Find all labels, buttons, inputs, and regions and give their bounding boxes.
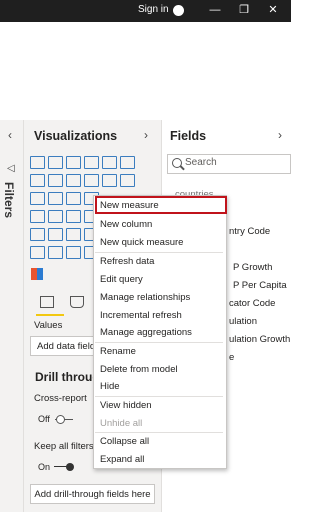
menu-item-hide[interactable]: Hide <box>100 381 120 392</box>
new-measure-highlight-box <box>95 196 227 214</box>
funnel-chart-icon[interactable] <box>30 192 45 205</box>
menu-item-refresh-data[interactable]: Refresh data <box>100 256 154 267</box>
fields-title: Fields <box>170 129 207 143</box>
field-item[interactable]: P Growth <box>233 262 272 273</box>
waterfall-chart-icon[interactable] <box>120 174 135 187</box>
add-drillthrough-fields-well[interactable]: Add drill-through fields here <box>30 484 155 504</box>
key-influencers-icon[interactable] <box>30 246 45 259</box>
field-item[interactable]: cator Code <box>229 298 275 309</box>
sign-in-link[interactable]: Sign in <box>138 4 169 15</box>
menu-item-view-hidden[interactable]: View hidden <box>100 400 152 411</box>
matrix-icon[interactable] <box>66 228 81 241</box>
menu-item-collapse-all[interactable]: Collapse all <box>100 436 149 447</box>
fields-tab-icon[interactable] <box>40 296 54 308</box>
table-icon[interactable] <box>48 228 63 241</box>
avatar-icon[interactable] <box>173 5 184 16</box>
menu-item-unhide-all: Unhide all <box>100 418 143 429</box>
field-item[interactable]: ntry Code <box>229 226 270 237</box>
close-icon[interactable]: ✕ <box>266 3 280 17</box>
menu-separator <box>95 342 223 343</box>
keep-all-filters-toggle-knob[interactable] <box>66 463 74 471</box>
format-tab-icon[interactable] <box>70 296 84 308</box>
line-column-chart-icon[interactable] <box>84 174 99 187</box>
filled-map-icon[interactable] <box>48 210 63 223</box>
restore-icon[interactable]: ❐ <box>237 3 251 17</box>
card-icon[interactable] <box>30 228 45 241</box>
menu-item-delete-from-model[interactable]: Delete from model <box>100 364 178 375</box>
collapse-left-icon[interactable]: ‹ <box>8 128 12 142</box>
pie-chart-icon[interactable] <box>66 192 81 205</box>
line-chart-icon[interactable] <box>30 174 45 187</box>
menu-item-new-column[interactable]: New column <box>100 219 152 230</box>
search-placeholder: Search <box>185 157 217 168</box>
stacked-bar-chart-icon[interactable] <box>30 156 45 169</box>
stacked-area-chart-icon[interactable] <box>66 174 81 187</box>
cross-report-state-label: Off <box>38 414 50 424</box>
menu-separator <box>95 252 223 253</box>
field-item[interactable]: P Per Capita <box>233 280 287 291</box>
drillthrough-title: Drill throug <box>35 370 100 384</box>
100-bar-chart-icon[interactable] <box>102 156 117 169</box>
visualizations-expand-icon[interactable]: › <box>144 128 148 142</box>
shape-map-icon[interactable] <box>66 210 81 223</box>
area-chart-icon[interactable] <box>48 174 63 187</box>
menu-item-manage-aggregations[interactable]: Manage aggregations <box>100 327 192 338</box>
smart-narrative-icon[interactable] <box>66 246 81 259</box>
keep-all-filters-state-label: On <box>38 462 51 472</box>
minimize-icon[interactable]: — <box>208 3 222 17</box>
filters-label[interactable]: Filters <box>2 182 16 218</box>
clustered-bar-chart-icon[interactable] <box>66 156 81 169</box>
filters-pane <box>0 120 24 512</box>
get-more-visuals-icon[interactable] <box>31 268 43 280</box>
ribbon-chart-icon[interactable] <box>102 174 117 187</box>
clustered-column-chart-icon[interactable] <box>84 156 99 169</box>
field-item[interactable]: ulation <box>229 316 257 327</box>
menu-separator <box>95 396 223 397</box>
menu-item-edit-query[interactable]: Edit query <box>100 274 143 285</box>
menu-item-expand-all[interactable]: Expand all <box>100 454 144 465</box>
menu-item-rename[interactable]: Rename <box>100 346 136 357</box>
keep-all-filters-label: Keep all filters <box>34 441 94 452</box>
fields-expand-icon[interactable]: › <box>278 128 282 142</box>
scatter-chart-icon[interactable] <box>48 192 63 205</box>
qa-icon[interactable] <box>48 246 63 259</box>
filters-expand-icon[interactable]: ◁ <box>7 163 15 174</box>
active-tab-indicator <box>36 314 64 316</box>
visualizations-title: Visualizations <box>34 129 118 143</box>
100-column-chart-icon[interactable] <box>120 156 135 169</box>
menu-item-manage-relationships[interactable]: Manage relationships <box>100 292 190 303</box>
stacked-column-chart-icon[interactable] <box>48 156 63 169</box>
menu-item-incremental-refresh[interactable]: Incremental refresh <box>100 310 182 321</box>
cross-report-toggle-knob[interactable] <box>56 415 65 424</box>
menu-separator <box>95 432 223 433</box>
map-icon[interactable] <box>30 210 45 223</box>
field-item[interactable]: e <box>229 352 234 363</box>
menu-item-new-quick-measure[interactable]: New quick measure <box>100 237 183 248</box>
cross-report-label: Cross-report <box>34 393 87 404</box>
values-label: Values <box>34 320 63 331</box>
field-item[interactable]: ulation Growth <box>229 334 290 345</box>
